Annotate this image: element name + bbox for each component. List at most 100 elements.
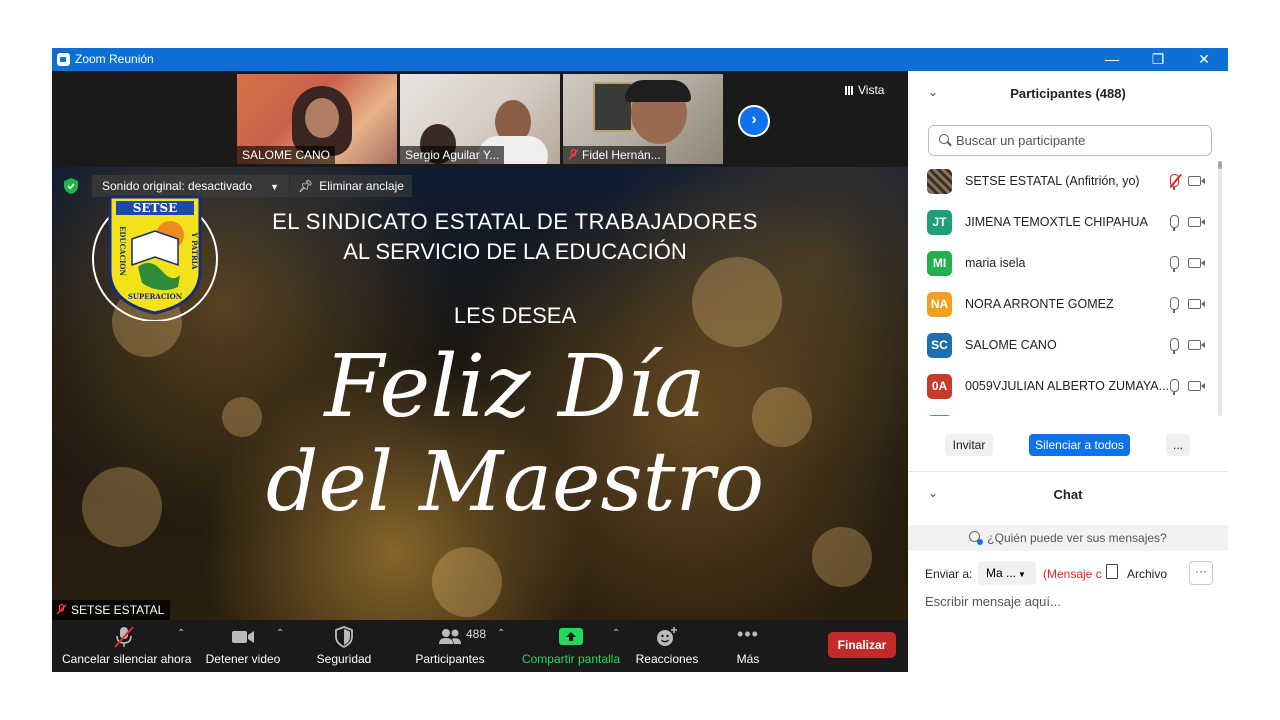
side-panel: ⌄ Participantes (488) Buscar un particip… — [908, 71, 1228, 672]
participant-name: NORA ARRONTE GOMEZ — [965, 297, 1114, 311]
participants-button[interactable]: 488 Participantes — [408, 626, 492, 666]
close-button[interactable]: ✕ — [1181, 48, 1227, 71]
video-tile[interactable]: Sergio Aguilar Y... — [400, 74, 560, 164]
video-camera-icon[interactable] — [1188, 340, 1205, 350]
avatar: JT — [927, 210, 952, 235]
logo-title: SETSE — [133, 201, 178, 215]
smiley-plus-icon — [657, 627, 677, 646]
window-title: Zoom Reunión — [75, 52, 154, 66]
participants-label: Participantes — [415, 652, 485, 666]
file-icon[interactable] — [1106, 564, 1118, 579]
video-camera-icon[interactable] — [1188, 381, 1205, 391]
participant-row[interactable]: JT JIMENA TEMOXTLE CHIPAHUA — [908, 202, 1220, 243]
share-screen-button[interactable]: Compartir pantalla — [518, 626, 624, 666]
mic-muted-icon — [114, 626, 134, 648]
participants-list: SETSE ESTATAL (Anfitrión, yo) JT JIMENA … — [908, 161, 1220, 416]
video-tile[interactable]: SALOME CANO — [237, 74, 397, 164]
unmute-button[interactable]: Cancelar silenciar ahora — [62, 626, 192, 666]
chat-header: ⌄ Chat — [908, 471, 1228, 518]
view-button[interactable]: Vista — [845, 83, 884, 97]
meeting-stage: SALOME CANO Sergio Aguilar Y... Fidel He… — [52, 71, 908, 672]
security-button[interactable]: Seguridad — [310, 626, 378, 666]
reactions-label: Reacciones — [635, 652, 699, 666]
scrollbar-thumb[interactable] — [1218, 161, 1222, 169]
video-tile[interactable]: Fidel Hernán... — [563, 74, 723, 164]
participant-row[interactable]: SETSE ESTATAL (Anfitrión, yo) — [908, 161, 1220, 202]
unmute-label: Cancelar silenciar ahora — [62, 652, 192, 666]
participant-name: maria isela — [965, 256, 1026, 270]
avatar — [927, 415, 952, 416]
setse-logo: SETSE EDUCACION Y PATRIA SUPERACION — [92, 195, 218, 321]
participant-row[interactable]: MI maria isela — [908, 243, 1220, 284]
search-icon — [939, 134, 949, 144]
more-button[interactable]: ••• Más — [728, 625, 768, 666]
mic-muted-icon — [568, 148, 579, 160]
banner-line-2: AL SERVICIO DE LA EDUCACIÓN — [343, 239, 687, 264]
minimize-button[interactable]: — — [1089, 48, 1135, 71]
next-page-button[interactable]: › — [738, 105, 770, 137]
meeting-toolbar: Cancelar silenciar ahora ⌃ Detener video… — [52, 620, 908, 672]
invite-button[interactable]: Invitar — [945, 434, 993, 456]
chevron-down-icon: ▼ — [1018, 570, 1026, 579]
title-bar: Zoom Reunión — ❐ ✕ — [52, 48, 1228, 71]
video-camera-icon[interactable] — [1188, 299, 1205, 309]
security-shield-icon — [335, 626, 353, 649]
greeting-line-2: del Maestro — [265, 435, 765, 530]
active-speaker-name: SETSE ESTATAL — [71, 603, 165, 617]
tile-name-text: Fidel Hernán... — [582, 148, 661, 162]
chat-compose-input[interactable]: Escribir mensaje aquí... — [925, 594, 1061, 609]
share-screen-icon — [559, 628, 583, 645]
avatar: MI — [927, 251, 952, 276]
mic-icon[interactable] — [1170, 338, 1179, 354]
participant-name: SETSE ESTATAL (Anfitrión, yo) — [965, 174, 1140, 188]
audio-options-caret-icon[interactable]: ⌃ — [177, 628, 185, 639]
participant-search-input[interactable]: Buscar un participante — [928, 125, 1212, 156]
video-camera-icon — [232, 631, 254, 643]
participant-row[interactable]: SC SALOME CANO — [908, 325, 1220, 366]
participant-face — [305, 98, 339, 138]
participants-scrollbar[interactable] — [1218, 161, 1222, 416]
participant-name: SALOME CANO — [965, 338, 1057, 352]
mic-muted-icon[interactable] — [1170, 174, 1179, 190]
participants-more-button[interactable]: ... — [1166, 434, 1190, 456]
stop-video-button[interactable]: Detener video — [202, 626, 284, 666]
mic-icon[interactable] — [1170, 256, 1179, 272]
participant-name: 0059VJULIAN ALBERTO ZUMAYA... — [965, 379, 1170, 393]
chat-visibility-text: ¿Quién puede ver sus mensajes? — [987, 531, 1167, 545]
file-button[interactable]: Archivo — [1127, 567, 1167, 581]
greeting-line-1: Feliz Día — [324, 337, 706, 437]
reactions-button[interactable]: Reacciones — [632, 626, 702, 666]
participant-row[interactable]: 0A 0059VJULIAN ALBERTO ZUMAYA... — [908, 366, 1220, 407]
encryption-shield-icon[interactable] — [64, 178, 78, 194]
mic-icon[interactable] — [1170, 215, 1179, 231]
participants-icon — [439, 629, 461, 644]
pin-icon: 📌︎ — [298, 179, 314, 193]
unpin-button[interactable]: 📌︎ Eliminar anclaje — [290, 175, 412, 197]
gallery-strip: SALOME CANO Sergio Aguilar Y... Fidel He… — [52, 71, 908, 167]
participant-row[interactable]: NA NORA ARRONTE GOMEZ — [908, 284, 1220, 325]
video-camera-icon[interactable] — [1188, 217, 1205, 227]
mic-icon[interactable] — [1170, 379, 1179, 395]
recipient-select[interactable]: Ma ... ▼ — [978, 561, 1036, 585]
mic-icon[interactable] — [1170, 297, 1179, 313]
video-camera-icon[interactable] — [1188, 258, 1205, 268]
participant-row[interactable] — [908, 407, 1220, 416]
chevron-down-icon: ▼ — [270, 182, 280, 192]
shared-screen: Sonido original: desactivado ▼ 📌︎ Eliminar… — [52, 167, 908, 620]
tile-name: Fidel Hernán... — [563, 146, 666, 164]
participants-title: Participantes (488) — [1010, 86, 1126, 101]
logo-left-text: EDUCACION — [118, 226, 127, 276]
bokeh-light — [692, 257, 782, 347]
restore-button[interactable]: ❐ — [1135, 48, 1181, 71]
zoom-logo-icon — [57, 53, 70, 66]
video-camera-icon[interactable] — [1188, 176, 1205, 186]
active-speaker-label: SETSE ESTATAL — [52, 600, 171, 620]
participant-name: JIMENA TEMOXTLE CHIPAHUA — [965, 215, 1148, 229]
chat-visibility-notice[interactable]: ¿Quién puede ver sus mensajes? — [908, 525, 1228, 551]
end-meeting-button[interactable]: Finalizar — [828, 632, 896, 658]
share-options-caret-icon[interactable]: ⌃ — [612, 628, 620, 639]
video-options-caret-icon[interactable]: ⌃ — [276, 628, 284, 639]
chat-more-button[interactable]: ··· — [1189, 561, 1213, 585]
participants-options-caret-icon[interactable]: ⌃ — [497, 628, 505, 639]
mute-all-button[interactable]: Silenciar a todos — [1029, 434, 1130, 456]
